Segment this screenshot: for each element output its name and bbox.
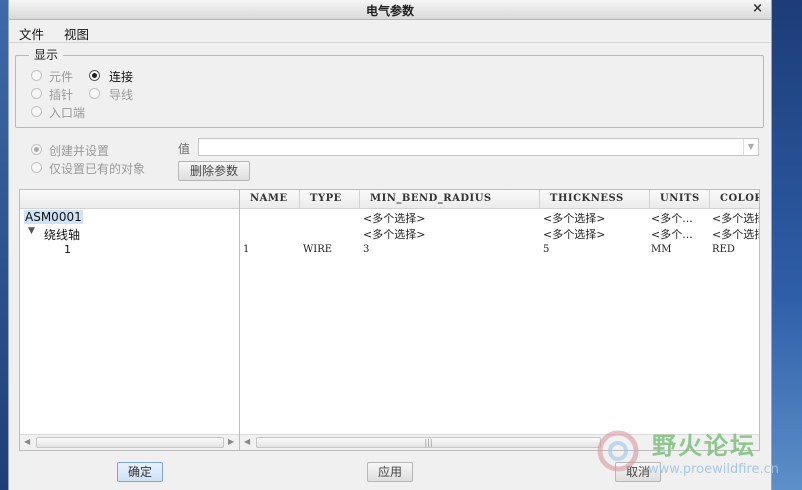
cell-r0-min-bend-radius[interactable]: <多个选择> <box>363 210 425 226</box>
tree-item-assembly[interactable]: ASM0001 <box>24 210 83 224</box>
table-scroll-thumb[interactable]: ||| <box>256 437 601 448</box>
cell-r2-color[interactable]: RED <box>712 244 735 255</box>
radio-wire[interactable] <box>89 88 100 99</box>
column-header-units[interactable]: UNITS <box>650 190 710 208</box>
cell-r2-thickness[interactable]: 5 <box>543 244 549 255</box>
menu-file[interactable]: 文件 <box>19 24 44 43</box>
scroll-right-icon[interactable]: ▶ <box>228 437 234 446</box>
cell-r2-name[interactable]: 1 <box>243 244 249 255</box>
tree-item-wire-1[interactable]: 1 <box>64 243 71 256</box>
parameter-table: NAME TYPE MIN_BEND_RADIUS THICKNESS UNIT… <box>239 189 760 451</box>
forum-logo-icon <box>597 430 639 472</box>
expand-triangle-icon[interactable]: ▼ <box>28 226 35 236</box>
cell-r0-color[interactable]: <多个选择 <box>712 210 759 226</box>
ok-button[interactable]: 确定 <box>117 462 163 482</box>
radio-create-and-set[interactable] <box>31 144 42 155</box>
cell-r0-thickness[interactable]: <多个选择> <box>543 210 605 226</box>
column-header-min-bend-radius[interactable]: MIN_BEND_RADIUS <box>360 190 540 208</box>
desktop-background-right <box>770 0 802 490</box>
menu-bar: 文件 视图 <box>9 20 771 43</box>
window-title: 电气参数 <box>365 4 414 18</box>
column-header-color[interactable]: COLOR <box>710 190 759 208</box>
tree-scroll-thumb[interactable] <box>36 437 224 448</box>
scroll-left-icon[interactable]: ◀ <box>244 437 250 446</box>
radio-entry-port-label: 入口端 <box>49 106 86 120</box>
value-field[interactable]: ▼ <box>198 138 759 156</box>
column-header-name[interactable]: NAME <box>240 190 300 208</box>
radio-entry-port[interactable] <box>31 106 42 117</box>
chevron-down-icon[interactable]: ▼ <box>743 139 758 155</box>
electrical-parameters-dialog: 电气参数 × 文件 视图 显示 元件 连接 插针 导线 入口端 创建并设置 仅设… <box>8 0 772 490</box>
cell-r2-type[interactable]: WIRE <box>303 244 332 255</box>
object-tree-panel: ASM0001 ▼ 绕线轴 1 ◀ ▶ <box>19 189 239 451</box>
watermark-url: www.proewildfire.cn <box>648 462 779 477</box>
radio-set-existing[interactable] <box>31 162 42 173</box>
radio-pin[interactable] <box>31 88 42 99</box>
radio-set-existing-label: 仅设置已有的对象 <box>49 162 146 176</box>
table-header: NAME TYPE MIN_BEND_RADIUS THICKNESS UNIT… <box>240 190 759 209</box>
title-bar: 电气参数 × <box>9 0 771 20</box>
radio-component-label: 元件 <box>49 70 74 84</box>
delete-parameter-button[interactable]: 删除参数 <box>178 161 250 181</box>
cell-r1-min-bend-radius[interactable]: <多个选择> <box>363 226 425 242</box>
cell-r2-units[interactable]: MM <box>651 244 671 255</box>
value-label: 值 <box>178 142 191 156</box>
desktop-background-left <box>0 0 8 490</box>
radio-component[interactable] <box>31 70 42 81</box>
radio-connection-label: 连接 <box>109 70 134 84</box>
column-header-type[interactable]: TYPE <box>300 190 360 208</box>
radio-wire-label: 导线 <box>109 88 134 102</box>
tree-horizontal-scrollbar[interactable]: ◀ ▶ <box>20 434 239 450</box>
scroll-left-icon[interactable]: ◀ <box>24 437 30 446</box>
column-header-thickness[interactable]: THICKNESS <box>540 190 650 208</box>
close-icon[interactable]: × <box>752 1 763 16</box>
tree-header <box>20 190 239 209</box>
radio-create-and-set-label: 创建并设置 <box>49 144 110 158</box>
cell-r0-units[interactable]: <多个... <box>651 210 693 226</box>
cell-r1-thickness[interactable]: <多个选择> <box>543 226 605 242</box>
display-group-legend: 显示 <box>29 46 64 63</box>
apply-button[interactable]: 应用 <box>367 462 413 482</box>
watermark: 野火论坛 www.proewildfire.cn <box>592 424 802 486</box>
tree-item-spool[interactable]: 绕线轴 <box>44 226 80 243</box>
radio-connection[interactable] <box>89 70 100 81</box>
cell-r1-color[interactable]: <多个选择 <box>712 226 759 242</box>
cell-r2-min-bend-radius[interactable]: 3 <box>363 244 369 255</box>
radio-pin-label: 插针 <box>49 88 74 102</box>
cell-r1-units[interactable]: <多个... <box>651 226 693 242</box>
watermark-text: 野火论坛 <box>652 432 756 460</box>
menu-view[interactable]: 视图 <box>64 24 89 43</box>
